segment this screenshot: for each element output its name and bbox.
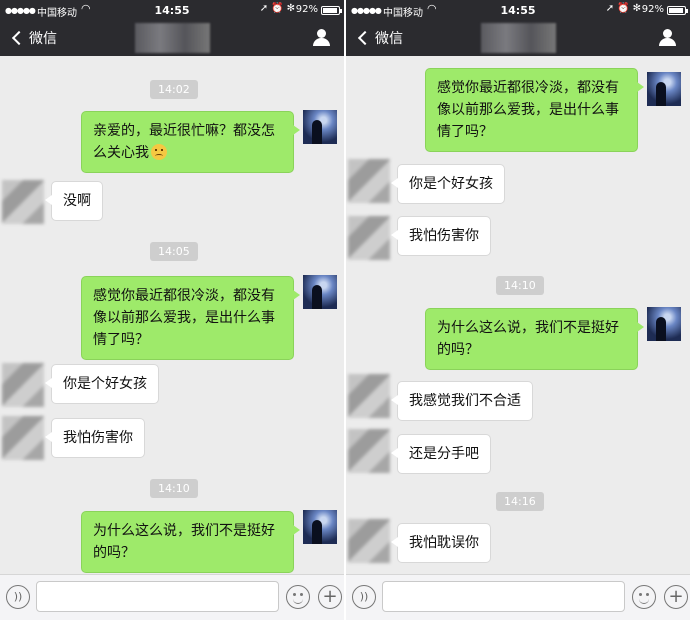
message-bubble-received[interactable]: 我感觉我们不合适 — [391, 381, 533, 421]
message-text: 亲爱的，最近很忙嘛？都没怎么关心我 — [93, 123, 275, 161]
timestamp: 14:16 — [496, 492, 544, 511]
message-text: 你是个好女孩 — [63, 376, 147, 392]
voice-icon[interactable]: )) — [352, 585, 376, 609]
message-bubble-sent[interactable]: 感觉你最近都很冷淡，都没有像以前那么爱我，是出什么事情了吗？ — [425, 68, 644, 152]
voice-icon[interactable]: )) — [6, 585, 30, 609]
message-text: 为什么这么说，我们不是挺好的吗？ — [437, 320, 619, 358]
message-text: 感觉你最近都很冷淡，都没有像以前那么爱我，是出什么事情了吗？ — [93, 288, 275, 348]
battery-icon — [667, 6, 688, 15]
message-list[interactable]: 14:02 亲爱的，最近很忙嘛？都没怎么关心我 没啊 14:05 感觉你最近都很… — [0, 56, 344, 574]
message-bubble-sent[interactable]: 为什么这么说，我们不是挺好的吗？ — [425, 308, 644, 370]
message-input[interactable] — [382, 581, 625, 612]
chat-screen-right: ●●●●● 中国移动 ◠ 14:55 ➚⏰✻ 92% 微信 感觉你最近都很冷淡，… — [346, 0, 690, 620]
back-button[interactable]: 微信 — [356, 27, 403, 49]
message-bubble-received[interactable]: 我怕伤害你 — [45, 418, 145, 458]
message-bubble-received[interactable]: 我怕耽误你 — [391, 523, 491, 563]
sad-face-emoji-icon — [151, 144, 167, 160]
battery-percent: 92% — [295, 4, 318, 15]
emoji-icon[interactable] — [632, 585, 656, 609]
message-text: 你是个好女孩 — [409, 176, 493, 192]
status-bar: ●●●●● 中国移动 ◠ 14:55 ➚⏰✻ 92% — [0, 0, 344, 22]
my-avatar[interactable] — [647, 307, 681, 341]
message-text: 没啊 — [63, 193, 91, 209]
nav-header: ●●●●● 中国移动 ◠ 14:55 ➚⏰✻ 92% 微信 — [0, 0, 344, 56]
message-text: 我怕伤害你 — [63, 430, 133, 446]
message-bubble-sent[interactable]: 为什么这么说，我们不是挺好的吗？ — [81, 511, 300, 573]
message-input[interactable] — [36, 581, 279, 612]
message-text: 我怕耽误你 — [409, 535, 479, 551]
contact-name-blurred — [481, 23, 556, 53]
chevron-left-icon — [357, 30, 373, 46]
chevron-left-icon — [11, 30, 27, 46]
contact-name-blurred — [135, 23, 210, 53]
back-label: 微信 — [375, 31, 403, 47]
battery-icon — [321, 6, 342, 15]
message-bubble-received[interactable]: 还是分手吧 — [391, 434, 491, 474]
my-avatar[interactable] — [647, 72, 681, 106]
contact-avatar-blurred[interactable] — [348, 216, 390, 260]
status-icons: ➚⏰✻ — [605, 3, 644, 14]
status-bar: ●●●●● 中国移动 ◠ 14:55 ➚⏰✻ 92% — [346, 0, 690, 22]
my-avatar[interactable] — [303, 510, 337, 544]
back-button[interactable]: 微信 — [10, 27, 57, 49]
timestamp: 14:10 — [496, 276, 544, 295]
plus-icon[interactable]: + — [318, 585, 342, 609]
input-bar: )) + — [0, 574, 344, 620]
my-avatar[interactable] — [303, 275, 337, 309]
contact-avatar-blurred[interactable] — [348, 374, 390, 418]
message-bubble-received[interactable]: 你是个好女孩 — [45, 364, 159, 404]
profile-icon[interactable] — [313, 29, 330, 46]
timestamp: 14:10 — [150, 479, 198, 498]
nav-header: ●●●●● 中国移动 ◠ 14:55 ➚⏰✻ 92% 微信 — [346, 0, 690, 56]
status-icons: ➚⏰✻ — [259, 3, 298, 14]
chat-screen-left: ●●●●● 中国移动 ◠ 14:55 ➚⏰✻ 92% 微信 14:02 亲爱的，… — [0, 0, 344, 620]
plus-icon[interactable]: + — [664, 585, 688, 609]
battery-percent: 92% — [641, 4, 664, 15]
contact-avatar-blurred[interactable] — [348, 429, 390, 473]
contact-avatar-blurred[interactable] — [2, 416, 44, 460]
timestamp: 14:02 — [150, 80, 198, 99]
input-bar: )) + — [346, 574, 690, 620]
message-text: 还是分手吧 — [409, 446, 479, 462]
message-bubble-sent[interactable]: 感觉你最近都很冷淡，都没有像以前那么爱我，是出什么事情了吗？ — [81, 276, 300, 360]
emoji-icon[interactable] — [286, 585, 310, 609]
message-bubble-sent[interactable]: 亲爱的，最近很忙嘛？都没怎么关心我 — [81, 111, 300, 173]
back-label: 微信 — [29, 31, 57, 47]
message-list[interactable]: 感觉你最近都很冷淡，都没有像以前那么爱我，是出什么事情了吗？ 你是个好女孩 我怕… — [346, 56, 690, 574]
timestamp: 14:05 — [150, 242, 198, 261]
contact-avatar-blurred[interactable] — [2, 363, 44, 407]
message-bubble-received[interactable]: 没啊 — [45, 181, 103, 221]
message-text: 感觉你最近都很冷淡，都没有像以前那么爱我，是出什么事情了吗？ — [437, 80, 619, 140]
message-text: 为什么这么说，我们不是挺好的吗？ — [93, 523, 275, 561]
profile-icon[interactable] — [659, 29, 676, 46]
message-bubble-received[interactable]: 我怕伤害你 — [391, 216, 491, 256]
contact-avatar-blurred[interactable] — [2, 180, 44, 224]
message-text: 我感觉我们不合适 — [409, 393, 521, 409]
my-avatar[interactable] — [303, 110, 337, 144]
contact-avatar-blurred[interactable] — [348, 519, 390, 563]
message-bubble-received[interactable]: 你是个好女孩 — [391, 164, 505, 204]
contact-avatar-blurred[interactable] — [348, 159, 390, 203]
message-text: 我怕伤害你 — [409, 228, 479, 244]
